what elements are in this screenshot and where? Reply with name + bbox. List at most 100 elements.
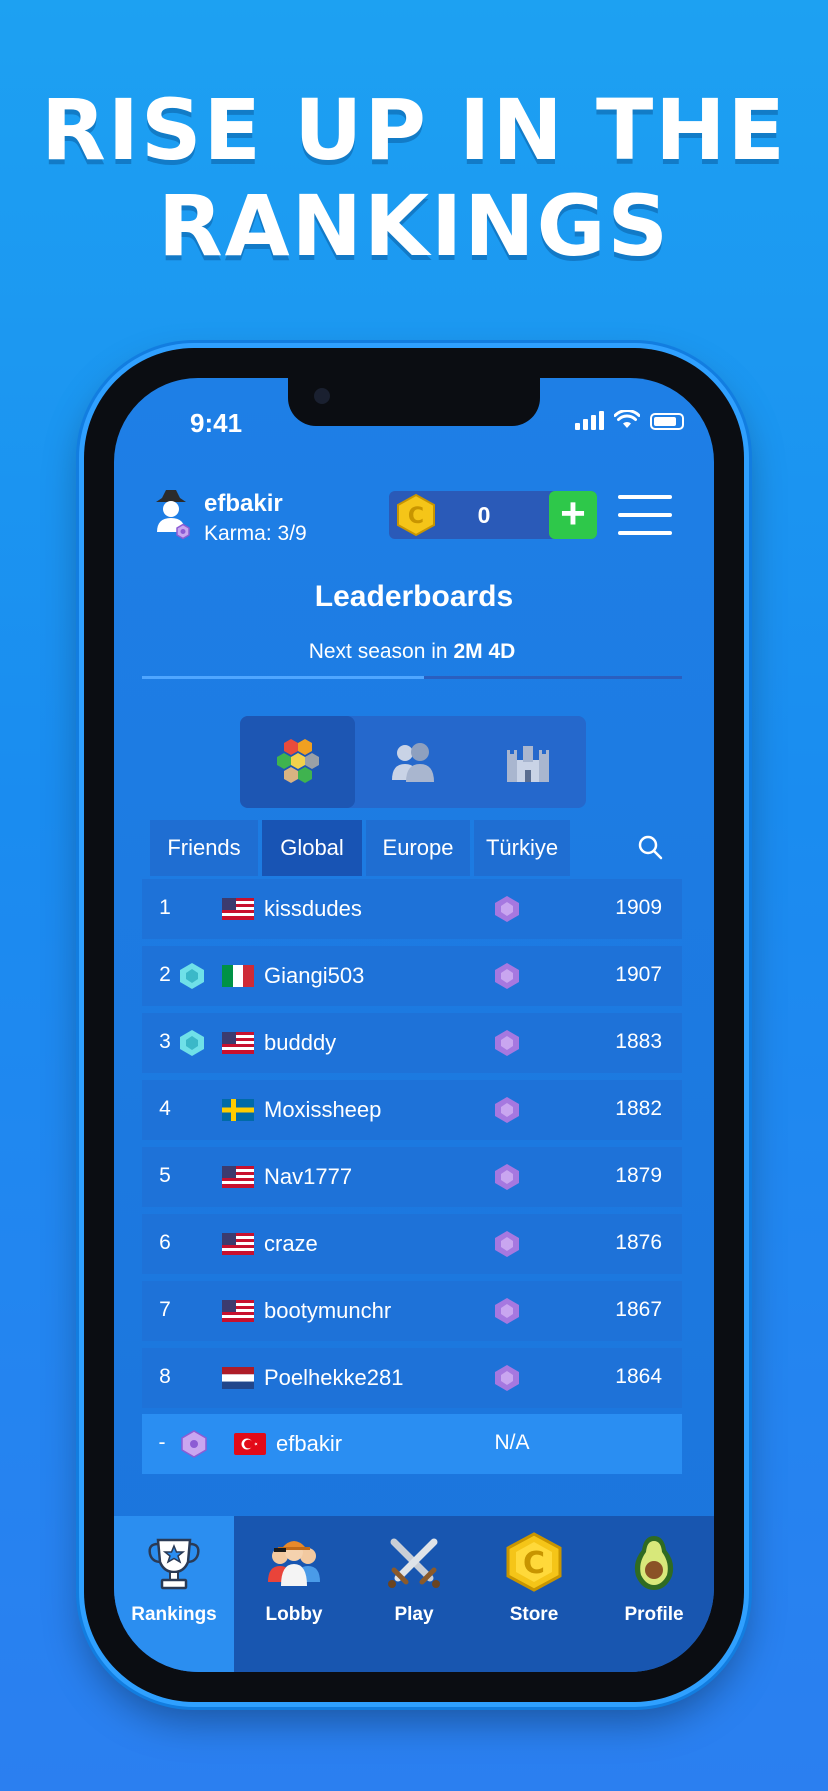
status-icons xyxy=(575,410,684,430)
flag-us-icon xyxy=(222,1300,254,1322)
season-prefix: Next season in xyxy=(308,640,454,663)
leaderboard-row[interactable]: 6 craze 1876 xyxy=(142,1214,682,1274)
row-score: N/A xyxy=(494,1431,530,1454)
flag-tr-icon xyxy=(234,1433,266,1455)
flag-us-icon xyxy=(222,898,254,920)
tab-europe[interactable]: Europe xyxy=(366,820,470,876)
tab-friends[interactable]: Friends xyxy=(150,820,258,876)
flag-nl-icon xyxy=(222,1367,254,1389)
camera xyxy=(314,388,330,404)
region-tabs: Friends Global Europe Türkiye xyxy=(150,820,670,876)
tab-players[interactable] xyxy=(355,716,470,808)
add-coins-button[interactable]: + xyxy=(549,491,597,539)
cyan-hex-badge-icon xyxy=(180,1030,204,1056)
season-progress-divider xyxy=(142,676,682,679)
row-rank: 4 xyxy=(159,1097,171,1120)
nav-label: Lobby xyxy=(265,1604,323,1625)
nav-label: Profile xyxy=(624,1604,684,1625)
purple-hex-badge-icon xyxy=(181,1430,207,1458)
nav-store[interactable]: C Store xyxy=(474,1516,594,1672)
row-rank: 8 xyxy=(159,1365,171,1388)
nav-lobby[interactable]: Lobby xyxy=(234,1516,354,1672)
players-icon xyxy=(391,743,434,782)
row-score: 1864 xyxy=(615,1365,662,1388)
leaderboard-row[interactable]: 1 kissdudes 1909 xyxy=(142,879,682,939)
status-time: 9:41 xyxy=(190,408,243,438)
coin-icon: C xyxy=(506,1532,562,1592)
mode-tabs xyxy=(240,716,586,808)
castle-icon xyxy=(506,746,549,782)
notch xyxy=(288,378,540,426)
page-title: Leaderboards xyxy=(314,580,514,613)
league-gem-icon xyxy=(495,1231,519,1257)
row-score: 1883 xyxy=(615,1030,662,1053)
row-player-name: bootymunchr xyxy=(264,1298,392,1323)
tab-castle[interactable] xyxy=(470,716,585,808)
hamburger-menu-button[interactable] xyxy=(618,495,672,537)
row-score: 1867 xyxy=(615,1298,662,1321)
row-rank: - xyxy=(158,1431,166,1454)
leaderboard-row[interactable]: 5 Nav1777 1879 xyxy=(142,1147,682,1207)
username: efbakir xyxy=(204,490,283,517)
my-rank-row[interactable]: - efbakir N/A xyxy=(142,1414,682,1474)
coin-balance: C 0 + xyxy=(389,491,597,539)
headline-line-2: RANKINGS xyxy=(157,177,671,275)
coin-count: 0 xyxy=(477,502,491,528)
bottom-navigation: Rankings Lobby Play C Store Profile xyxy=(114,1516,714,1672)
search-icon[interactable] xyxy=(636,833,666,863)
flag-us-icon xyxy=(222,1032,254,1054)
leaderboard-row[interactable]: 8 Poelhekke281 1864 xyxy=(142,1348,682,1408)
crossed-swords-icon xyxy=(388,1538,440,1588)
season-countdown: Next season in 2M 4D xyxy=(142,640,682,664)
hex-board-icon xyxy=(276,739,319,783)
nav-profile[interactable]: Profile xyxy=(594,1516,714,1672)
league-gem-icon xyxy=(495,1164,519,1190)
flag-se-icon xyxy=(222,1099,254,1121)
nav-play[interactable]: Play xyxy=(354,1516,474,1672)
row-rank: 7 xyxy=(159,1298,171,1321)
league-gem-icon xyxy=(495,1365,519,1391)
league-gem-icon xyxy=(495,1097,519,1123)
row-player-name: budddy xyxy=(264,1030,337,1055)
avatar-icon xyxy=(156,490,190,540)
signal-icon xyxy=(575,410,604,430)
wifi-icon xyxy=(614,410,640,428)
cyan-hex-badge-icon xyxy=(180,963,204,989)
row-rank: 3 xyxy=(159,1030,171,1053)
avocado-icon xyxy=(634,1536,674,1590)
row-score: 1879 xyxy=(615,1164,662,1187)
league-gem-icon xyxy=(495,1030,519,1056)
tab-global[interactable]: Global xyxy=(262,820,362,876)
row-score: 1909 xyxy=(615,896,662,919)
karma-label: Karma: 3/9 xyxy=(204,522,307,545)
trophy-icon xyxy=(148,1538,200,1590)
flag-us-icon xyxy=(222,1233,254,1255)
svg-text:C: C xyxy=(523,1546,545,1581)
leaderboard-row[interactable]: 3 budddy 1883 xyxy=(142,1013,682,1073)
league-gem-icon xyxy=(495,1298,519,1324)
row-score: 1882 xyxy=(615,1097,662,1120)
leaderboard-row[interactable]: 2 Giangi503 1907 xyxy=(142,946,682,1006)
app-screen: 9:41 efbakir Karma: 3/9 C 0 + Leaderboar… xyxy=(114,378,714,1672)
svg-text:C: C xyxy=(408,504,424,529)
flag-us-icon xyxy=(222,1166,254,1188)
coin-icon: C xyxy=(397,493,435,537)
flag-it-icon xyxy=(222,965,254,987)
nav-rankings[interactable]: Rankings xyxy=(114,1516,234,1672)
row-rank: 2 xyxy=(159,963,171,986)
row-rank: 5 xyxy=(159,1164,171,1187)
leaderboard-row[interactable]: 7 bootymunchr 1867 xyxy=(142,1281,682,1341)
row-score: 1907 xyxy=(615,963,662,986)
tab-hex-board[interactable] xyxy=(240,716,355,808)
league-gem-icon xyxy=(495,896,519,922)
row-player-name: efbakir xyxy=(276,1431,343,1456)
nav-label: Rankings xyxy=(131,1604,217,1625)
battery-icon xyxy=(650,413,684,430)
tab-turkiye[interactable]: Türkiye xyxy=(474,820,570,876)
leaderboard-row[interactable]: 4 Moxissheep 1882 xyxy=(142,1080,682,1140)
season-value: 2M 4D xyxy=(453,640,516,663)
nav-label: Play xyxy=(394,1604,434,1625)
row-rank: 1 xyxy=(159,896,171,919)
promo-headline: RISE UP IN THE RANKINGS xyxy=(0,82,828,274)
row-player-name: Moxissheep xyxy=(264,1097,382,1122)
